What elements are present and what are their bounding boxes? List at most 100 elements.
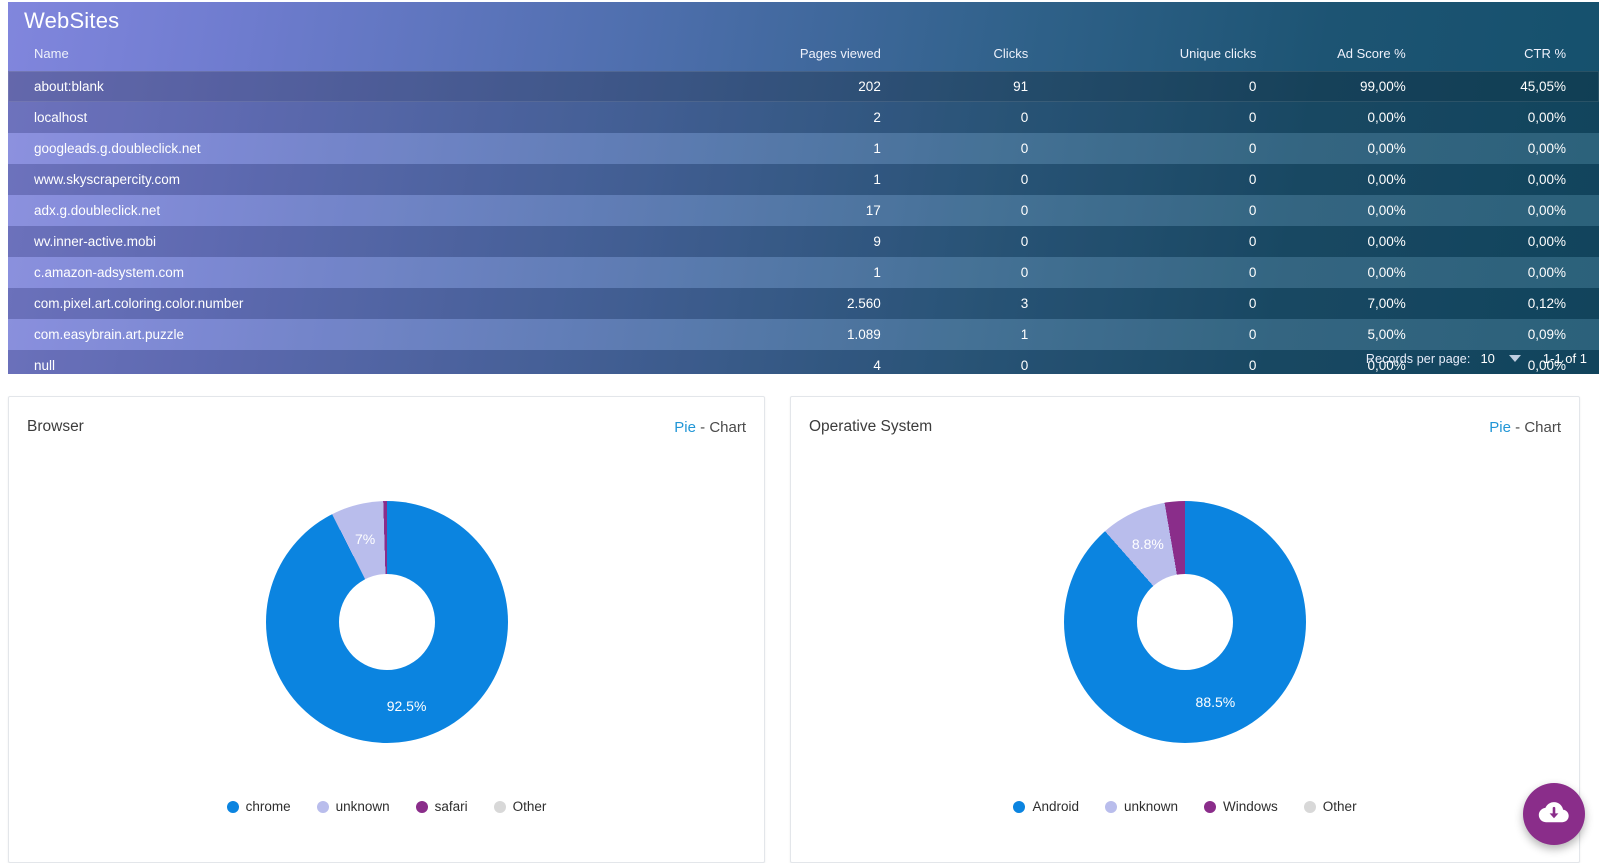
download-fab-button[interactable] xyxy=(1523,783,1585,845)
legend-label: unknown xyxy=(336,799,390,814)
legend-item-safari[interactable]: safari xyxy=(416,799,468,814)
browser-chart-type-suffix: - Chart xyxy=(696,419,746,436)
column-header-ad-score[interactable]: Ad Score % xyxy=(1286,40,1442,71)
browser-chart-type-link[interactable]: Pie xyxy=(674,419,696,436)
cell-unique: 0 xyxy=(1054,288,1286,319)
os-chart-type-link[interactable]: Pie xyxy=(1489,419,1511,436)
dashboard-root: WebSites Name Pages viewed Clicks Unique… xyxy=(0,0,1607,863)
cell-name: localhost xyxy=(8,102,725,133)
cell-pages: 2.560 xyxy=(725,288,899,319)
os-donut-chart[interactable]: 88.5%8.8% xyxy=(1064,501,1306,743)
cell-unique: 0 xyxy=(1054,133,1286,164)
cell-pages: 4 xyxy=(725,350,899,374)
cell-pages: 9 xyxy=(725,226,899,257)
cell-unique: 0 xyxy=(1054,164,1286,195)
cell-ctr: 0,00% xyxy=(1443,195,1599,226)
slice-label-unknown: 7% xyxy=(355,531,375,547)
pagination-range: 1-1 of 1 xyxy=(1543,351,1587,366)
table-row[interactable]: localhost2000,00%0,00% xyxy=(8,102,1599,133)
cell-ctr: 0,00% xyxy=(1443,102,1599,133)
chevron-down-icon[interactable] xyxy=(1509,355,1521,362)
legend-item-Android[interactable]: Android xyxy=(1013,799,1079,814)
legend-swatch-icon xyxy=(416,801,428,813)
column-header-ctr[interactable]: CTR % xyxy=(1443,40,1599,71)
cell-clicks: 0 xyxy=(899,350,1054,374)
legend-label: Other xyxy=(1323,799,1357,814)
cell-ad: 99,00% xyxy=(1286,71,1442,102)
table-row[interactable]: about:blank20291099,00%45,05% xyxy=(8,71,1599,102)
cell-ad: 0,00% xyxy=(1286,226,1442,257)
legend-swatch-icon xyxy=(494,801,506,813)
cell-pages: 2 xyxy=(725,102,899,133)
slice-label-chrome: 92.5% xyxy=(387,698,427,714)
os-panel-title: Operative System xyxy=(809,418,932,436)
legend-item-Other[interactable]: Other xyxy=(1304,799,1357,814)
table-row[interactable]: adx.g.doubleclick.net17000,00%0,00% xyxy=(8,195,1599,226)
cell-ad: 0,00% xyxy=(1286,102,1442,133)
cell-clicks: 0 xyxy=(899,195,1054,226)
legend-swatch-icon xyxy=(317,801,329,813)
legend-swatch-icon xyxy=(227,801,239,813)
table-row[interactable]: wv.inner-active.mobi9000,00%0,00% xyxy=(8,226,1599,257)
records-per-page-value[interactable]: 10 xyxy=(1480,351,1494,366)
cell-ad: 0,00% xyxy=(1286,195,1442,226)
browser-panel-header: Browser Pie - Chart xyxy=(9,397,764,457)
cell-name: null xyxy=(8,350,725,374)
websites-table-card: WebSites Name Pages viewed Clicks Unique… xyxy=(8,2,1599,374)
table-row[interactable]: null4000,00%0,00% xyxy=(8,350,1599,374)
cell-clicks: 0 xyxy=(899,133,1054,164)
cell-ctr: 0,00% xyxy=(1443,164,1599,195)
page-title: WebSites xyxy=(24,8,119,34)
legend-label: safari xyxy=(435,799,468,814)
cell-unique: 0 xyxy=(1054,102,1286,133)
cell-ctr: 45,05% xyxy=(1443,71,1599,102)
slice-label-Android: 88.5% xyxy=(1196,694,1236,710)
cell-unique: 0 xyxy=(1054,71,1286,102)
cell-pages: 1 xyxy=(725,257,899,288)
cell-name: com.easybrain.art.puzzle xyxy=(8,319,725,350)
legend-label: chrome xyxy=(246,799,291,814)
cell-name: www.skyscrapercity.com xyxy=(8,164,725,195)
os-chart-panel: Operative System Pie - Chart 88.5%8.8% A… xyxy=(790,396,1580,863)
legend-item-unknown[interactable]: unknown xyxy=(317,799,390,814)
cell-unique: 0 xyxy=(1054,226,1286,257)
cell-pages: 1.089 xyxy=(725,319,899,350)
browser-chart-type: Pie - Chart xyxy=(674,419,746,436)
legend-item-Windows[interactable]: Windows xyxy=(1204,799,1278,814)
cell-name: wv.inner-active.mobi xyxy=(8,226,725,257)
browser-donut-chart[interactable]: 92.5% 7% xyxy=(266,501,508,743)
table-row[interactable]: com.easybrain.art.puzzle1.089105,00%0,09… xyxy=(8,319,1599,350)
table-row[interactable]: www.skyscrapercity.com1000,00%0,00% xyxy=(8,164,1599,195)
column-header-clicks[interactable]: Clicks xyxy=(899,40,1054,71)
table-header-row: Name Pages viewed Clicks Unique clicks A… xyxy=(8,40,1599,71)
legend-swatch-icon xyxy=(1204,801,1216,813)
os-chart-area: 88.5%8.8% Android unknown Windows Other xyxy=(791,457,1579,862)
legend-item-unknown[interactable]: unknown xyxy=(1105,799,1178,814)
cell-ctr: 0,00% xyxy=(1443,257,1599,288)
legend-swatch-icon xyxy=(1304,801,1316,813)
cell-name: adx.g.doubleclick.net xyxy=(8,195,725,226)
table-row[interactable]: googleads.g.doubleclick.net1000,00%0,00% xyxy=(8,133,1599,164)
legend-item-Other[interactable]: Other xyxy=(494,799,547,814)
cell-unique: 0 xyxy=(1054,195,1286,226)
legend-label: Other xyxy=(513,799,547,814)
cell-ad: 0,00% xyxy=(1286,133,1442,164)
os-panel-header: Operative System Pie - Chart xyxy=(791,397,1579,457)
cell-clicks: 1 xyxy=(899,319,1054,350)
cell-name: about:blank xyxy=(8,71,725,102)
websites-table: Name Pages viewed Clicks Unique clicks A… xyxy=(8,40,1599,374)
cell-ad: 0,00% xyxy=(1286,164,1442,195)
column-header-unique-clicks[interactable]: Unique clicks xyxy=(1054,40,1286,71)
cell-clicks: 0 xyxy=(899,102,1054,133)
legend-swatch-icon xyxy=(1105,801,1117,813)
column-header-pages-viewed[interactable]: Pages viewed xyxy=(725,40,899,71)
column-header-name[interactable]: Name xyxy=(8,40,725,71)
table-row[interactable]: com.pixel.art.coloring.color.number2.560… xyxy=(8,288,1599,319)
cell-unique: 0 xyxy=(1054,319,1286,350)
table-row[interactable]: c.amazon-adsystem.com1000,00%0,00% xyxy=(8,257,1599,288)
legend-item-chrome[interactable]: chrome xyxy=(227,799,291,814)
browser-chart-legend: chrome unknown safari Other xyxy=(9,799,764,814)
legend-swatch-icon xyxy=(1013,801,1025,813)
cloud-download-icon xyxy=(1537,799,1571,830)
pagination-controls: Records per page: 10 1-1 of 1 xyxy=(1366,351,1587,366)
